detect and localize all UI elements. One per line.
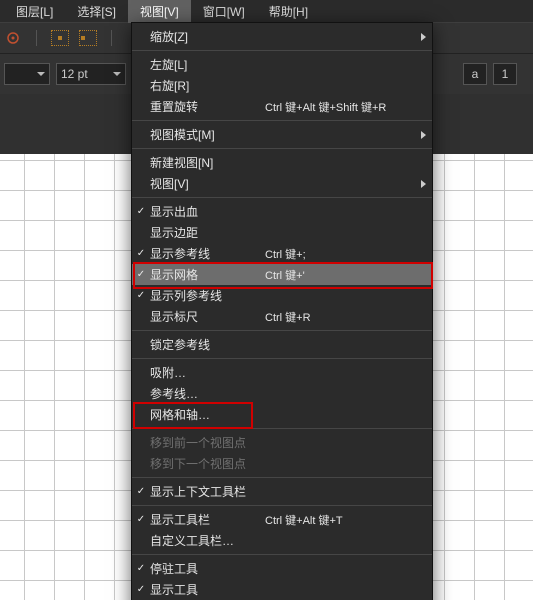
menu-item-customize-toolbar[interactable]: 自定义工具栏… — [132, 530, 432, 551]
menu-item-show-margins[interactable]: 显示边距 — [132, 222, 432, 243]
menu-item-shortcut: Ctrl 键+Alt 键+T — [265, 512, 418, 528]
menu-item-show-grid[interactable]: ✓显示网格Ctrl 键+' — [132, 264, 432, 285]
menu-separator — [132, 148, 432, 149]
menubar-item-view[interactable]: 视图[V] — [128, 0, 191, 23]
menu-item-show-guides[interactable]: ✓显示参考线Ctrl 键+; — [132, 243, 432, 264]
menu-item-label: 显示工具 — [150, 581, 265, 598]
menu-item-label: 参考线… — [150, 385, 265, 402]
menu-separator — [132, 358, 432, 359]
view-menu-dropdown: 缩放[Z] 左旋[L] 右旋[R] 重置旋转Ctrl 键+Alt 键+Shift 键+… — [131, 22, 433, 600]
menu-item-label: 显示出血 — [150, 203, 265, 220]
menu-separator — [132, 197, 432, 198]
menu-item-label: 显示边距 — [150, 224, 265, 241]
menu-item-label: 自定义工具栏… — [150, 532, 265, 549]
menu-item-label: 显示标尺 — [150, 308, 265, 325]
menubar: 图层[L] 选择[S] 视图[V] 窗口[W] 帮助[H] — [0, 0, 533, 22]
menubar-item-window[interactable]: 窗口[W] — [191, 0, 257, 23]
menu-item-label: 视图[V] — [150, 175, 265, 192]
menu-item-reset-rotation[interactable]: 重置旋转Ctrl 键+Alt 键+Shift 键+R — [132, 96, 432, 117]
menu-item-next-viewpoint: 移到下一个视图点 — [132, 453, 432, 474]
menu-item-label: 锁定参考线 — [150, 336, 265, 353]
menu-item-shortcut: Ctrl 键+' — [265, 267, 418, 283]
menu-item-zoom[interactable]: 缩放[Z] — [132, 26, 432, 47]
checkmark-icon: ✓ — [132, 290, 150, 301]
checkmark-icon: ✓ — [132, 563, 150, 574]
menu-separator — [132, 505, 432, 506]
menu-item-shortcut: Ctrl 键+Alt 键+Shift 键+R — [265, 99, 418, 115]
menu-item-label: 显示列参考线 — [150, 287, 265, 304]
menu-item-label: 显示参考线 — [150, 245, 265, 262]
font-size-value: 12 pt — [61, 67, 88, 81]
menu-separator — [132, 120, 432, 121]
menu-item-show-bleed[interactable]: ✓显示出血 — [132, 201, 432, 222]
menu-item-show-column-guides[interactable]: ✓显示列参考线 — [132, 285, 432, 306]
menu-item-label: 重置旋转 — [150, 98, 265, 115]
menu-item-view-mode[interactable]: 视图模式[M] — [132, 124, 432, 145]
menu-item-shortcut: Ctrl 键+R — [265, 309, 418, 325]
menu-item-label: 左旋[L] — [150, 56, 265, 73]
menu-item-rotate-right[interactable]: 右旋[R] — [132, 75, 432, 96]
menu-item-snapping[interactable]: 吸附… — [132, 362, 432, 383]
checkmark-icon: ✓ — [132, 584, 150, 595]
menu-item-label: 右旋[R] — [150, 77, 265, 94]
checkmark-icon: ✓ — [132, 486, 150, 497]
chevron-right-icon — [421, 33, 426, 41]
chevron-down-icon — [37, 72, 45, 76]
font-select[interactable] — [4, 63, 50, 85]
menu-separator — [132, 50, 432, 51]
menu-item-label: 显示工具栏 — [150, 511, 265, 528]
menu-item-views[interactable]: 视图[V] — [132, 173, 432, 194]
menu-item-label: 停驻工具 — [150, 560, 265, 577]
menu-item-label: 移到前一个视图点 — [150, 434, 265, 451]
menu-item-label: 视图模式[M] — [150, 126, 265, 143]
menu-item-label: 新建视图[N] — [150, 154, 265, 171]
align-center-icon[interactable] — [51, 29, 69, 47]
menu-separator — [132, 428, 432, 429]
menu-item-show-tools[interactable]: ✓显示工具 — [132, 579, 432, 600]
menu-item-label: 移到下一个视图点 — [150, 455, 265, 472]
menu-item-prev-viewpoint: 移到前一个视图点 — [132, 432, 432, 453]
menu-item-label: 显示网格 — [150, 266, 265, 283]
checkmark-icon: ✓ — [132, 269, 150, 280]
separator — [111, 30, 112, 46]
menu-item-grid-and-axis[interactable]: 网格和轴… — [132, 404, 432, 425]
menu-item-shortcut: Ctrl 键+; — [265, 246, 418, 262]
menubar-item-select[interactable]: 选择[S] — [65, 0, 128, 23]
menu-item-guides-settings[interactable]: 参考线… — [132, 383, 432, 404]
menubar-item-layer[interactable]: 图层[L] — [4, 0, 65, 23]
menu-item-label: 网格和轴… — [150, 406, 265, 423]
menu-item-rotate-left[interactable]: 左旋[L] — [132, 54, 432, 75]
font-size-select[interactable]: 12 pt — [56, 63, 126, 85]
menu-item-label: 缩放[Z] — [150, 28, 265, 45]
menu-separator — [132, 477, 432, 478]
menu-item-dock-tools[interactable]: ✓停驻工具 — [132, 558, 432, 579]
list-style-button[interactable]: 1 — [493, 63, 517, 85]
checkmark-icon: ✓ — [132, 248, 150, 259]
chevron-right-icon — [421, 180, 426, 188]
menu-item-show-toolbar[interactable]: ✓显示工具栏Ctrl 键+Alt 键+T — [132, 509, 432, 530]
menu-item-label: 显示上下文工具栏 — [150, 483, 265, 500]
checkmark-icon: ✓ — [132, 514, 150, 525]
menu-item-show-rulers[interactable]: 显示标尺Ctrl 键+R — [132, 306, 432, 327]
chevron-down-icon — [113, 72, 121, 76]
chevron-right-icon — [421, 131, 426, 139]
menu-separator — [132, 330, 432, 331]
separator — [36, 30, 37, 46]
align-edge-icon[interactable] — [79, 29, 97, 47]
menu-item-lock-guides[interactable]: 锁定参考线 — [132, 334, 432, 355]
menu-separator — [132, 554, 432, 555]
target-icon[interactable] — [4, 29, 22, 47]
menu-item-new-view[interactable]: 新建视图[N] — [132, 152, 432, 173]
checkmark-icon: ✓ — [132, 206, 150, 217]
char-style-button[interactable]: a — [463, 63, 487, 85]
menu-item-label: 吸附… — [150, 364, 265, 381]
menubar-item-help[interactable]: 帮助[H] — [257, 0, 320, 23]
menu-item-show-context-toolbar[interactable]: ✓显示上下文工具栏 — [132, 481, 432, 502]
